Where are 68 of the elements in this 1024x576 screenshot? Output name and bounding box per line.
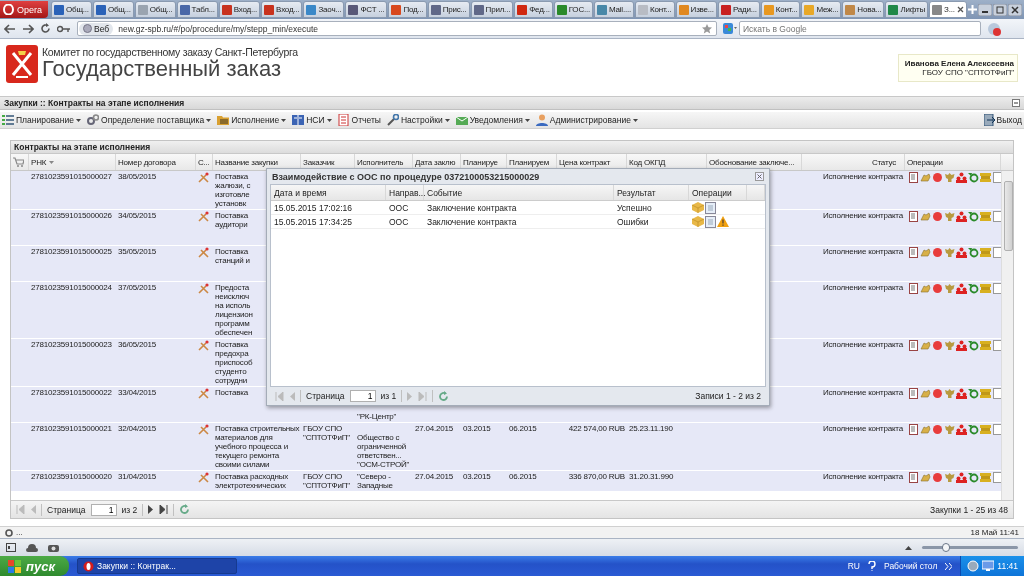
table-cell: 31.20.31.990	[629, 472, 674, 481]
table-cell: 2781023591015000021	[31, 424, 112, 433]
table-cell: 2781023591015000023	[31, 340, 112, 349]
table-cell: Поставка строительных материалов для учебного процесса и текущего ремонта своими силами	[215, 424, 300, 469]
table-cell: Поставка жалюзи, с изготовле установк	[215, 172, 251, 208]
dialog-title: Взаимодействие с ООС по процедуре 0372100053215000029	[272, 171, 540, 182]
table-cell: Предоста неисключ на исполь лицензион программ обеспечен	[215, 283, 253, 337]
table-cell: 34/05/2015	[118, 211, 157, 220]
record-count: Закупки 1 - 25 из 48	[930, 504, 1008, 515]
table-cell: Поставка	[215, 388, 248, 397]
page-count: из 2	[121, 504, 138, 515]
table-cell: 36/05/2015	[118, 340, 157, 349]
table-cell: 35/05/2015	[118, 247, 157, 256]
table-cell: 2781023591015000027	[31, 172, 112, 181]
table-cell: Поставка аудитори	[215, 211, 248, 229]
table-cell: "Северо - Западные	[357, 472, 393, 490]
user-name: Иванова Елена Алексеевна	[903, 59, 1014, 68]
table-cell: Исполнение контракта	[822, 424, 903, 433]
table-cell-text: Заключение контракта	[426, 215, 518, 228]
page-count: из 1	[380, 391, 397, 401]
table-cell: 06.2015	[509, 424, 537, 433]
table-cell: Исполнение контракта	[822, 283, 903, 292]
table-cell: Поставка предохра приспособ студенто сотрудни	[215, 340, 253, 385]
table-cell: Исполнение контракта	[822, 172, 903, 181]
table-cell: 37/05/2015	[118, 283, 157, 292]
table-cell: 2781023591015000020	[31, 472, 112, 481]
clock: 11:41	[997, 561, 1018, 571]
table-cell: 32/04/2015	[118, 424, 157, 433]
table-cell: Исполнение контракта	[822, 388, 903, 397]
url-text: new.gz-spb.ru/#/po/procedure/my/stepp_min/execute	[118, 23, 319, 34]
site-title: Государственный заказ	[42, 58, 282, 80]
table-cell-text: 15.05.2015 17:34:25	[273, 215, 353, 228]
table-cell-text: Ошибки	[616, 215, 650, 228]
page-label: Страница	[306, 391, 345, 401]
table-cell: 2781023591015000025	[31, 247, 112, 256]
table-cell: Исполнение контракта	[822, 211, 903, 220]
table-cell: 336 870,00 RUB	[568, 472, 625, 481]
table-cell: Общество с ограниченной ответствен... "ОСМ-СТРОЙ"	[357, 433, 410, 469]
status-date: 18 Май 11:41	[970, 528, 1019, 537]
breadcrumb: Закупки :: Контракты на этапе исполнения	[4, 98, 185, 108]
table-cell: 2781023591015000024	[31, 283, 112, 292]
table-cell: 03.2015	[463, 424, 491, 433]
panel-title: Контракты на этапе исполнения	[14, 142, 151, 152]
table-cell: 2781023591015000026	[31, 211, 112, 220]
table-cell: 31/04/2015	[118, 472, 157, 481]
organization-name: Комитет по государственному заказу Санкт-Петербурга	[42, 46, 298, 58]
table-cell: 25.23.11.190	[629, 424, 673, 433]
table-cell: 33/04/2015	[118, 388, 157, 397]
user-organization: ГБОУ СПО "СПТОТФиП"	[921, 68, 1014, 77]
table-cell: ГБОУ СПО "СПТОТФиП"	[303, 472, 350, 490]
table-cell-text: ООС	[388, 215, 410, 228]
table-cell: 27.04.2015	[415, 424, 454, 433]
table-cell: ГБОУ СПО "СПТОТФиП"	[303, 424, 350, 442]
status-text: ...	[16, 528, 23, 537]
table-cell: 06.2015	[509, 472, 537, 481]
table-cell: 27.04.2015	[415, 472, 454, 481]
table-cell: 422 574,00 RUB	[568, 424, 625, 433]
table-cell: 38/05/2015	[118, 172, 157, 181]
table-cell: 03.2015	[463, 472, 491, 481]
table-cell: "РК-Центр"	[357, 412, 397, 421]
table-cell: Исполнение контракта	[822, 340, 903, 349]
table-cell: 2781023591015000022	[31, 388, 112, 397]
table-cell: Исполнение контракта	[822, 472, 903, 481]
record-count: Записи 1 - 2 из 2	[695, 391, 761, 401]
table-cell: Исполнение контракта	[822, 247, 903, 256]
table-cell: Поставка станций и	[215, 247, 250, 265]
page-label: Страница	[47, 504, 86, 515]
table-cell: Поставка расходных электротехнических	[215, 472, 289, 490]
